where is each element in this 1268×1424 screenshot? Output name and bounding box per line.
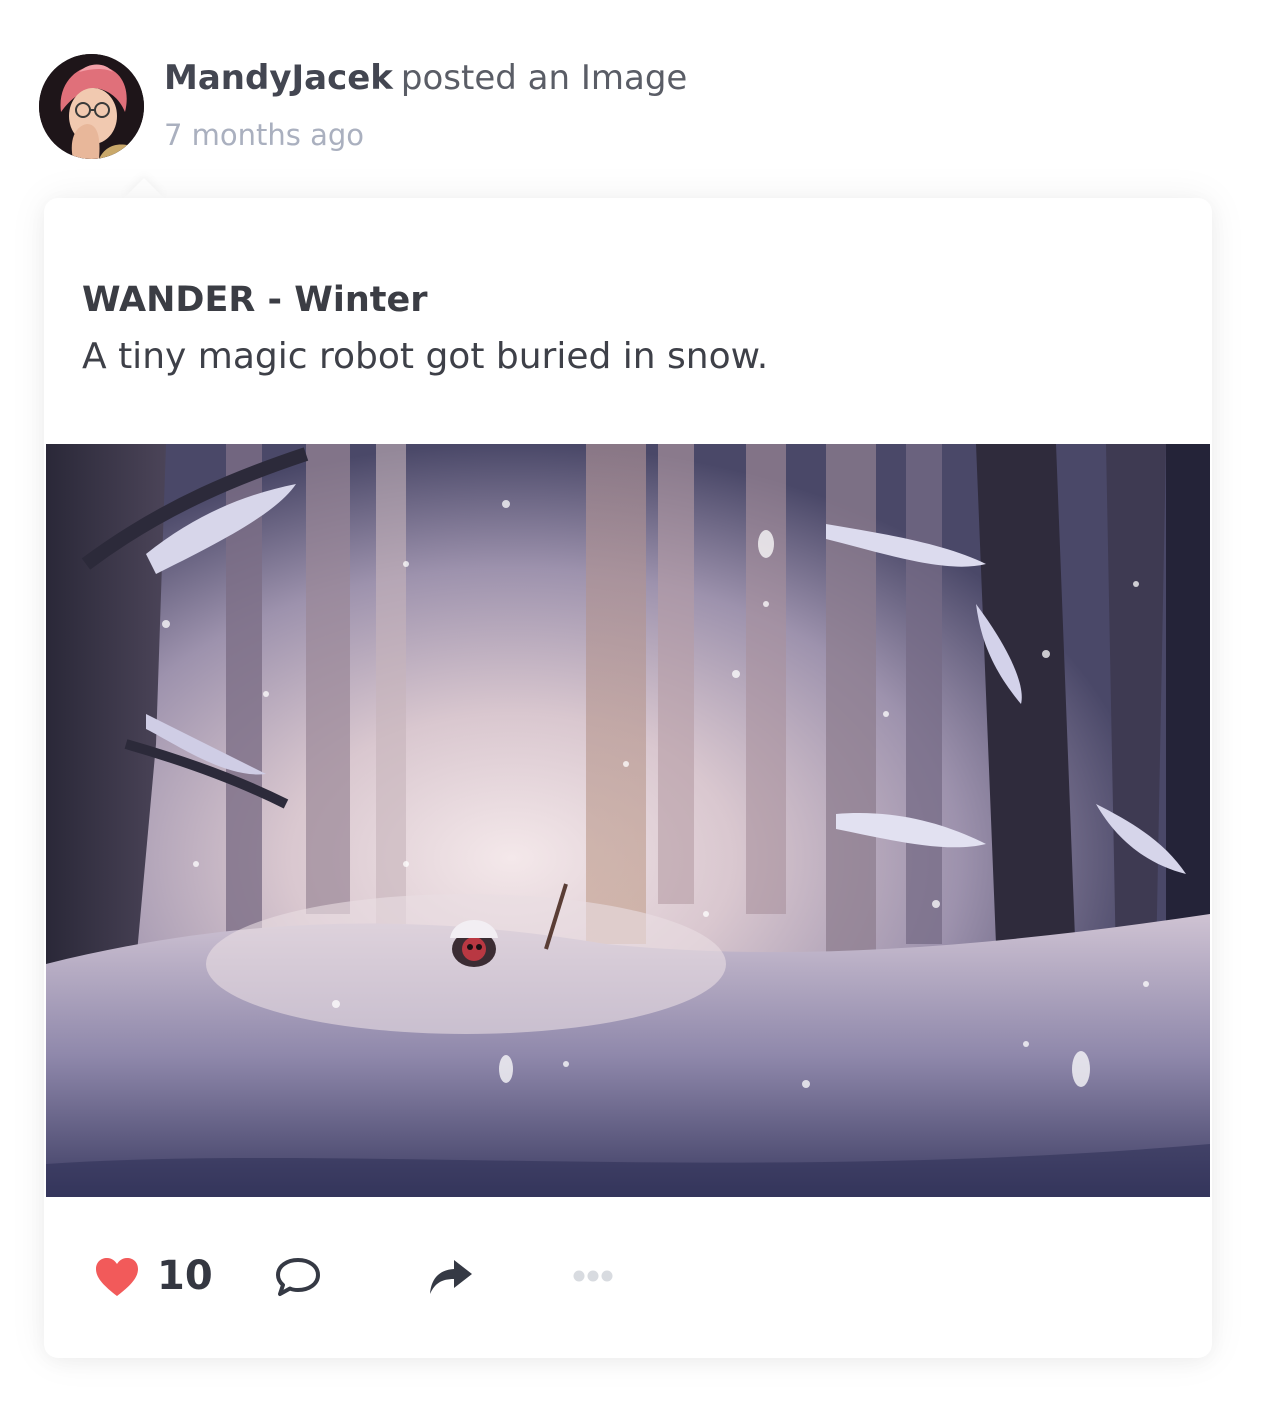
post-card: WANDER - Winter A tiny magic robot got b…: [44, 198, 1212, 1358]
post-header: MandyJacek posted an Image: [164, 58, 687, 98]
post-action-text: posted an Image: [400, 58, 688, 98]
post-image[interactable]: [46, 444, 1210, 1197]
author-name[interactable]: MandyJacek: [164, 58, 393, 98]
like-count[interactable]: 10: [157, 1253, 213, 1299]
more-icon[interactable]: [572, 1268, 614, 1287]
post-title: WANDER - Winter: [82, 280, 428, 320]
share-icon[interactable]: [426, 1256, 474, 1302]
post-description: A tiny magic robot got buried in snow.: [82, 336, 769, 377]
post-timestamp[interactable]: 7 months ago: [164, 118, 364, 152]
comment-icon[interactable]: [274, 1256, 322, 1302]
heart-icon[interactable]: [94, 1256, 140, 1302]
post-actions: 10: [44, 1238, 1212, 1318]
feed-page: MandyJacek posted an Image 7 months ago W…: [0, 0, 1268, 1424]
card-pointer: [124, 178, 164, 198]
avatar[interactable]: [39, 54, 144, 159]
